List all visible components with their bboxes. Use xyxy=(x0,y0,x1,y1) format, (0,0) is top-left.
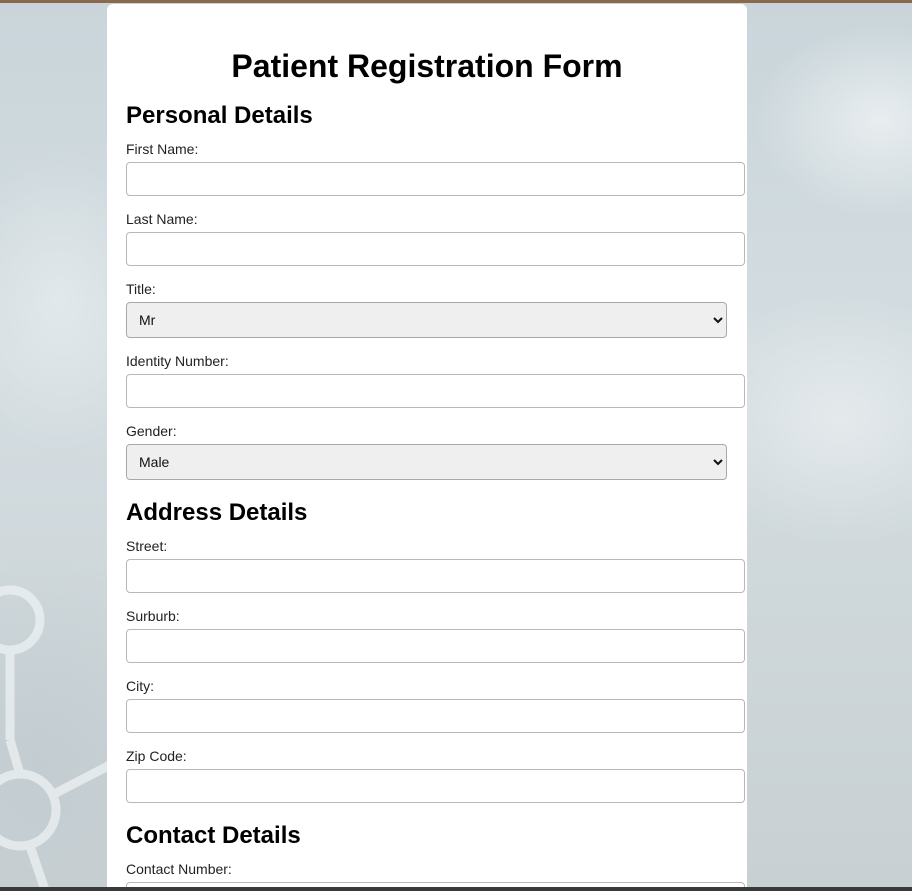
suburb-label: Surburb: xyxy=(126,608,180,624)
city-label: City: xyxy=(126,678,154,694)
address-details-heading: Address Details xyxy=(126,499,308,526)
form-title: Patient Registration Form xyxy=(231,48,623,84)
registration-form-card: Patient Registration Form Personal Detai… xyxy=(107,4,747,891)
title-select[interactable]: Mr xyxy=(126,302,727,338)
suburb-input[interactable] xyxy=(126,629,745,663)
gender-label: Gender: xyxy=(126,423,177,439)
gender-select[interactable]: Male xyxy=(126,444,727,480)
personal-details-heading: Personal Details xyxy=(126,102,313,129)
contact-details-heading: Contact Details xyxy=(126,822,301,849)
title-label: Title: xyxy=(126,281,156,297)
first-name-label: First Name: xyxy=(126,141,199,157)
first-name-input[interactable] xyxy=(126,162,745,196)
zip-code-label: Zip Code: xyxy=(126,748,187,764)
last-name-input[interactable] xyxy=(126,232,745,266)
street-input[interactable] xyxy=(126,559,745,593)
last-name-label: Last Name: xyxy=(126,211,198,227)
zip-code-input[interactable] xyxy=(126,769,745,803)
city-input[interactable] xyxy=(126,699,745,733)
molecule-background-graphic xyxy=(0,585,113,890)
bottom-edge-bar xyxy=(0,887,912,891)
identity-number-input[interactable] xyxy=(126,374,745,408)
identity-number-label: Identity Number: xyxy=(126,353,229,369)
top-accent-bar xyxy=(0,0,912,3)
contact-number-label: Contact Number: xyxy=(126,861,232,877)
street-label: Street: xyxy=(126,538,168,554)
